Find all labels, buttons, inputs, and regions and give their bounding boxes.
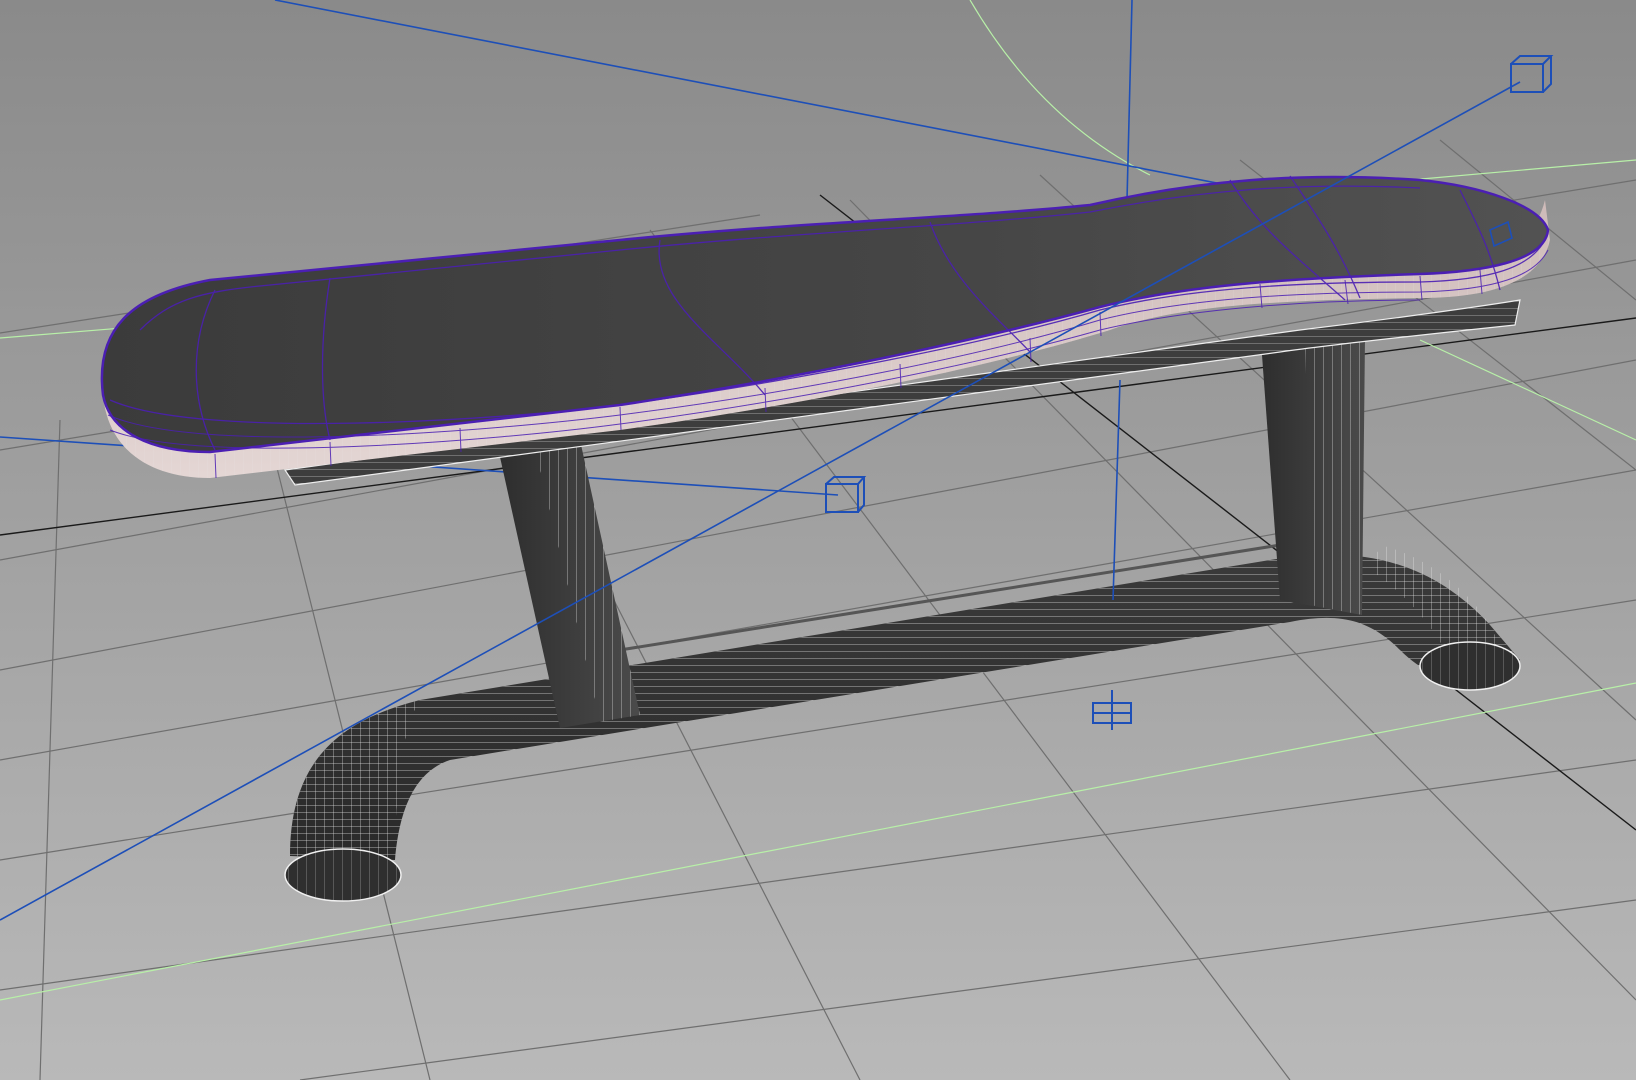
viewport-background xyxy=(0,0,1636,1080)
viewport-canvas[interactable] xyxy=(0,0,1636,1080)
3d-viewport[interactable] xyxy=(0,0,1636,1080)
